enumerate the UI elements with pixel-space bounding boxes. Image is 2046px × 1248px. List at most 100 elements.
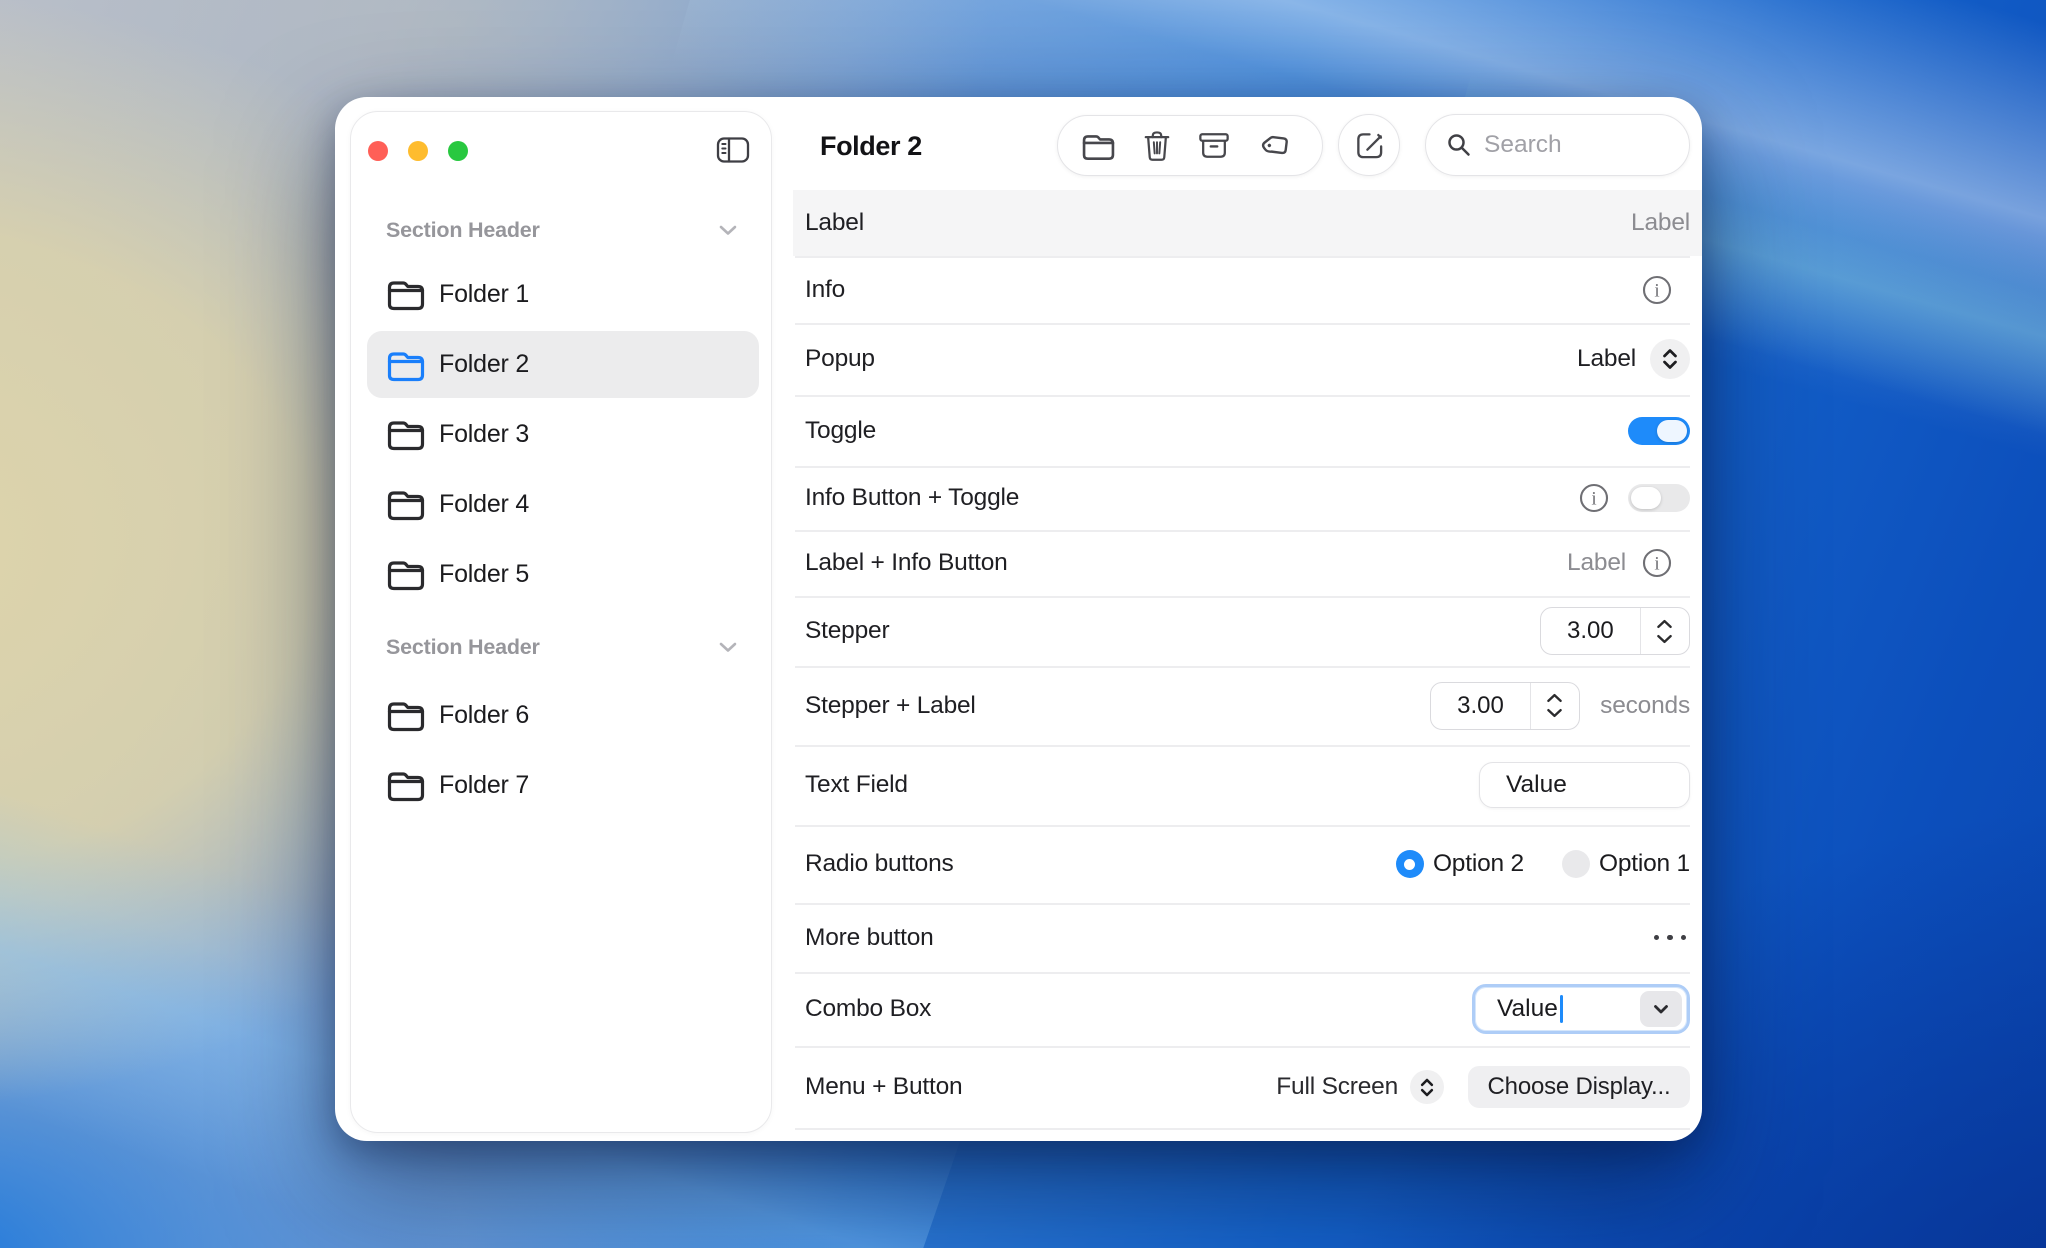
search-input[interactable] — [1484, 131, 1664, 159]
toolbar-button-group — [1057, 115, 1323, 176]
toggle-switch-off[interactable] — [1628, 484, 1690, 512]
info-button[interactable]: i — [1642, 275, 1672, 305]
form-row-menu-button: Menu + Button Full Screen Choose Display… — [795, 1046, 1690, 1128]
sidebar-toggle-button[interactable] — [715, 134, 751, 166]
folder-toolbar-button[interactable] — [1081, 131, 1116, 161]
form-row-stepper: Stepper 3.00 — [795, 596, 1690, 666]
text-field-value: Value — [1506, 771, 1567, 799]
chevron-down-icon — [1651, 1000, 1671, 1018]
more-button[interactable] — [1654, 935, 1691, 941]
popup-button[interactable]: Label — [1577, 339, 1690, 379]
sidebar-item-label: Folder 6 — [439, 701, 529, 730]
sidebar-item-label: Folder 7 — [439, 771, 529, 800]
sidebar-item-folder-2[interactable]: Folder 2 — [367, 331, 759, 398]
folder-icon — [386, 277, 426, 311]
sidebar-item-folder-3[interactable]: Folder 3 — [367, 406, 759, 462]
info-button[interactable]: i — [1579, 483, 1609, 513]
info-icon: i — [1579, 483, 1609, 513]
row-label: Combo Box — [805, 995, 931, 1023]
combo-box[interactable]: Value — [1472, 984, 1690, 1034]
popup-value: Label — [1577, 345, 1636, 373]
sidebar-item-folder-5[interactable]: Folder 5 — [367, 546, 759, 602]
row-value: Label — [1567, 549, 1626, 577]
archive-box-icon — [1198, 131, 1230, 160]
row-label: Popup — [805, 345, 875, 373]
row-label: More button — [805, 924, 934, 952]
chevron-up-down-icon — [1410, 1070, 1444, 1104]
radio-label: Option 2 — [1433, 850, 1524, 878]
text-cursor — [1560, 995, 1563, 1023]
chevron-down-icon[interactable] — [719, 642, 737, 653]
info-icon: i — [1642, 275, 1672, 305]
compose-button[interactable] — [1338, 114, 1400, 176]
close-window-button[interactable] — [368, 141, 388, 161]
stepper-buttons[interactable] — [1640, 608, 1689, 654]
folder-icon — [386, 487, 426, 521]
radio-label: Option 1 — [1599, 850, 1690, 878]
row-label: Info Button + Toggle — [805, 484, 1019, 512]
radio-option-2[interactable]: Option 2 — [1396, 850, 1524, 878]
radio-option-1[interactable]: Option 1 — [1562, 850, 1690, 878]
stepper-value: 3.00 — [1431, 683, 1530, 729]
form-row-combo: Combo Box Value — [795, 972, 1690, 1046]
sidebar-item-folder-4[interactable]: Folder 4 — [367, 476, 759, 532]
chevron-up-icon[interactable] — [1656, 619, 1673, 629]
form-row-info: Info i — [795, 256, 1690, 323]
form-row-stepper-label: Stepper + Label 3.00 seconds — [795, 666, 1690, 745]
stepper-buttons[interactable] — [1530, 683, 1579, 729]
row-label: Menu + Button — [805, 1073, 962, 1101]
toggle-knob — [1657, 420, 1687, 442]
section-header-label: Section Header — [386, 635, 540, 660]
toggle-switch-on[interactable] — [1628, 417, 1690, 445]
chevron-down-icon[interactable] — [719, 225, 737, 236]
minimize-window-button[interactable] — [408, 141, 428, 161]
folder-icon — [386, 417, 426, 451]
chevron-down-icon[interactable] — [1656, 634, 1673, 644]
folder-icon — [386, 768, 426, 802]
combo-dropdown-button[interactable] — [1640, 991, 1682, 1027]
sidebar-item-folder-1[interactable]: Folder 1 — [367, 266, 759, 322]
toggle-knob — [1631, 487, 1661, 509]
archive-toolbar-button[interactable] — [1198, 131, 1230, 160]
folder-icon — [386, 557, 426, 591]
stepper-control[interactable]: 3.00 — [1430, 682, 1580, 730]
row-label: Label + Info Button — [805, 549, 1008, 577]
form-row-more: More button — [795, 903, 1690, 972]
ellipsis-icon — [1681, 935, 1687, 941]
separator — [795, 1128, 1690, 1130]
chevron-down-icon[interactable] — [1546, 708, 1563, 718]
row-label: Stepper — [805, 617, 889, 645]
chevron-up-icon[interactable] — [1546, 693, 1563, 703]
info-button[interactable]: i — [1642, 548, 1672, 578]
ellipsis-icon — [1654, 935, 1660, 941]
sidebar-toggle-icon — [716, 135, 750, 165]
row-label: Text Field — [805, 771, 908, 799]
zoom-window-button[interactable] — [448, 141, 468, 161]
choose-display-button[interactable]: Choose Display... — [1468, 1066, 1690, 1108]
radio-unselected-icon — [1562, 850, 1590, 878]
sidebar-item-label: Folder 2 — [439, 350, 529, 379]
row-value: Label — [1631, 209, 1690, 237]
menu-popup[interactable]: Full Screen — [1276, 1070, 1444, 1104]
form-row-radio: Radio buttons Option 2 Option 1 — [795, 825, 1690, 903]
stepper-control[interactable]: 3.00 — [1540, 607, 1690, 655]
sidebar-item-label: Folder 4 — [439, 490, 529, 519]
stepper-unit-label: seconds — [1600, 692, 1690, 720]
svg-text:i: i — [1654, 280, 1659, 301]
ellipsis-icon — [1667, 935, 1673, 941]
search-field[interactable] — [1425, 114, 1690, 176]
info-icon: i — [1642, 548, 1672, 578]
sidebar-item-folder-7[interactable]: Folder 7 — [367, 757, 759, 813]
tag-toolbar-button[interactable] — [1257, 129, 1291, 163]
svg-text:i: i — [1654, 554, 1659, 575]
sidebar: Section Header Folder 1 Folder 2 — [350, 111, 772, 1133]
combo-value: Value — [1497, 995, 1558, 1023]
compose-icon — [1354, 130, 1385, 161]
folder-icon — [386, 348, 426, 382]
text-field[interactable]: Value — [1479, 762, 1690, 808]
sidebar-section-header[interactable]: Section Header — [351, 212, 773, 248]
row-label: Label — [805, 209, 864, 237]
sidebar-section-header[interactable]: Section Header — [351, 629, 773, 665]
trash-toolbar-button[interactable] — [1143, 129, 1171, 162]
sidebar-item-folder-6[interactable]: Folder 6 — [367, 687, 759, 743]
